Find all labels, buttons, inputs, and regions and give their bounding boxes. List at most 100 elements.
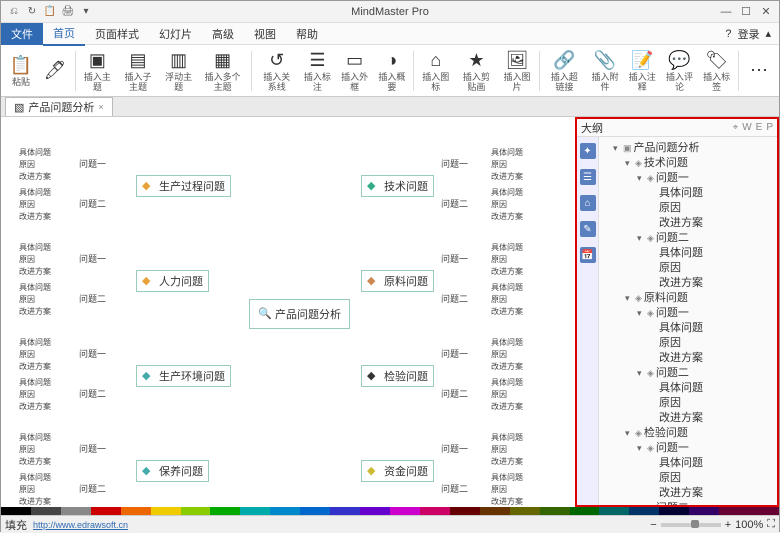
left-sub-1-1[interactable]: 问题二 bbox=[79, 292, 106, 305]
right-leaf-2-1-1[interactable]: 原因 bbox=[491, 389, 507, 400]
left-leaf-3-0-1[interactable]: 原因 bbox=[19, 444, 35, 455]
ribbon-btn-13[interactable]: ⌂插入图标 bbox=[418, 48, 453, 94]
swatch[interactable] bbox=[240, 507, 270, 515]
left-sub-0-1[interactable]: 问题二 bbox=[79, 197, 106, 210]
fit-icon[interactable]: ⛶ bbox=[767, 518, 775, 531]
ribbon-btn-5[interactable]: ▥浮动主题 bbox=[161, 48, 196, 94]
swatch[interactable] bbox=[599, 507, 629, 515]
right-leaf-1-1-2[interactable]: 改进方案 bbox=[491, 306, 523, 317]
ribbon-btn-21[interactable]: 🏷插入标签 bbox=[699, 48, 734, 94]
login-link[interactable]: 登录 bbox=[737, 26, 759, 42]
right-leaf-0-1-1[interactable]: 原因 bbox=[491, 199, 507, 210]
right-sub-0-1[interactable]: 问题二 bbox=[441, 197, 468, 210]
right-sub-3-1[interactable]: 问题二 bbox=[441, 482, 468, 495]
tab-view[interactable]: 视图 bbox=[244, 23, 286, 45]
outline-tree[interactable]: ▾▣产品问题分析▾◈技术问题▾◈问题一具体问题原因改进方案▾◈问题二具体问题原因… bbox=[599, 137, 777, 505]
maximize-button[interactable]: ☐ bbox=[739, 5, 753, 19]
left-leaf-2-1-0[interactable]: 具体问题 bbox=[19, 377, 51, 388]
swatch[interactable] bbox=[61, 507, 91, 515]
left-leaf-1-0-1[interactable]: 原因 bbox=[19, 254, 35, 265]
left-sub-1-0[interactable]: 问题一 bbox=[79, 252, 106, 265]
ribbon-btn-14[interactable]: ★插入剪贴画 bbox=[455, 48, 497, 94]
left-leaf-3-0-2[interactable]: 改进方案 bbox=[19, 456, 51, 467]
zoom-out-icon[interactable]: − bbox=[650, 519, 656, 531]
left-leaf-1-0-0[interactable]: 具体问题 bbox=[19, 242, 51, 253]
left-leaf-1-1-0[interactable]: 具体问题 bbox=[19, 282, 51, 293]
swatch[interactable] bbox=[480, 507, 510, 515]
left-leaf-3-1-0[interactable]: 具体问题 bbox=[19, 472, 51, 483]
right-sub-0-0[interactable]: 问题一 bbox=[441, 157, 468, 170]
left-sub-3-0[interactable]: 问题一 bbox=[79, 442, 106, 455]
right-leaf-2-0-1[interactable]: 原因 bbox=[491, 349, 507, 360]
left-leaf-1-1-2[interactable]: 改进方案 bbox=[19, 306, 51, 317]
ribbon-collapse-icon[interactable]: ▴ bbox=[765, 27, 771, 40]
ribbon-btn-3[interactable]: ▣插入主题 bbox=[80, 48, 115, 94]
swatch[interactable] bbox=[629, 507, 659, 515]
right-leaf-1-0-0[interactable]: 具体问题 bbox=[491, 242, 523, 253]
swatch[interactable] bbox=[540, 507, 570, 515]
left-leaf-0-1-0[interactable]: 具体问题 bbox=[19, 187, 51, 198]
swatch[interactable] bbox=[300, 507, 330, 515]
outline-tool-fit[interactable]: ⌖ bbox=[733, 122, 739, 133]
mindmap-canvas[interactable]: 🔍产品问题分析◆生产过程问题问题一具体问题原因改进方案问题二具体问题原因改进方案… bbox=[1, 117, 575, 507]
document-tab[interactable]: ▧ 产品问题分析 × bbox=[5, 97, 113, 116]
left-topic-2[interactable]: ◆生产环境问题 bbox=[136, 365, 231, 387]
right-sub-3-0[interactable]: 问题一 bbox=[441, 442, 468, 455]
ribbon-btn-17[interactable]: 🔗插入超链接 bbox=[543, 48, 585, 94]
right-leaf-2-1-2[interactable]: 改进方案 bbox=[491, 401, 523, 412]
center-topic[interactable]: 🔍产品问题分析 bbox=[249, 299, 350, 329]
ribbon-btn-11[interactable]: ◑插入概要 bbox=[374, 48, 409, 94]
close-button[interactable]: ✕ bbox=[759, 5, 773, 19]
right-leaf-2-0-2[interactable]: 改进方案 bbox=[491, 361, 523, 372]
outline-tool-w[interactable]: W bbox=[742, 122, 751, 133]
side-tool-2[interactable]: ☰ bbox=[580, 169, 596, 185]
right-leaf-1-0-1[interactable]: 原因 bbox=[491, 254, 507, 265]
swatch[interactable] bbox=[719, 507, 749, 515]
right-leaf-1-0-2[interactable]: 改进方案 bbox=[491, 266, 523, 277]
swatch[interactable] bbox=[360, 507, 390, 515]
doc-close-icon[interactable]: × bbox=[98, 102, 103, 112]
left-leaf-0-0-0[interactable]: 具体问题 bbox=[19, 147, 51, 158]
left-topic-0[interactable]: ◆生产过程问题 bbox=[136, 175, 231, 197]
tab-advanced[interactable]: 高级 bbox=[202, 23, 244, 45]
side-tool-1[interactable]: ✦ bbox=[580, 143, 596, 159]
ribbon-btn-4[interactable]: ▤插入子主题 bbox=[117, 48, 159, 94]
left-leaf-2-0-1[interactable]: 原因 bbox=[19, 349, 35, 360]
right-sub-1-0[interactable]: 问题一 bbox=[441, 252, 468, 265]
left-leaf-0-1-2[interactable]: 改进方案 bbox=[19, 211, 51, 222]
swatch[interactable] bbox=[450, 507, 480, 515]
print-icon[interactable]: 🖨 bbox=[61, 5, 75, 19]
right-leaf-1-1-1[interactable]: 原因 bbox=[491, 294, 507, 305]
left-leaf-0-1-1[interactable]: 原因 bbox=[19, 199, 35, 210]
right-leaf-0-1-2[interactable]: 改进方案 bbox=[491, 211, 523, 222]
swatch[interactable] bbox=[1, 507, 31, 515]
left-leaf-2-1-2[interactable]: 改进方案 bbox=[19, 401, 51, 412]
right-topic-2[interactable]: ◆检验问题 bbox=[361, 365, 434, 387]
undo-icon[interactable]: ⎌ bbox=[7, 5, 21, 19]
left-leaf-3-1-1[interactable]: 原因 bbox=[19, 484, 35, 495]
swatch[interactable] bbox=[121, 507, 151, 515]
left-topic-1[interactable]: ◆人力问题 bbox=[136, 270, 209, 292]
left-leaf-1-0-2[interactable]: 改进方案 bbox=[19, 266, 51, 277]
outline-tool-e[interactable]: E bbox=[756, 122, 763, 133]
right-leaf-3-0-1[interactable]: 原因 bbox=[491, 444, 507, 455]
ribbon-btn-9[interactable]: ☰插入标注 bbox=[300, 48, 335, 94]
ribbon-btn-1[interactable]: 🖊 bbox=[39, 48, 71, 94]
help-icon[interactable]: ? bbox=[725, 28, 731, 40]
ribbon-btn-10[interactable]: ▭插入外框 bbox=[337, 48, 372, 94]
left-leaf-0-0-2[interactable]: 改进方案 bbox=[19, 171, 51, 182]
right-leaf-0-0-0[interactable]: 具体问题 bbox=[491, 147, 523, 158]
right-leaf-0-0-1[interactable]: 原因 bbox=[491, 159, 507, 170]
right-leaf-3-0-2[interactable]: 改进方案 bbox=[491, 456, 523, 467]
left-leaf-2-0-0[interactable]: 具体问题 bbox=[19, 337, 51, 348]
left-leaf-2-0-2[interactable]: 改进方案 bbox=[19, 361, 51, 372]
left-topic-3[interactable]: ◆保养问题 bbox=[136, 460, 209, 482]
file-tab[interactable]: 文件 bbox=[1, 23, 43, 45]
ribbon-btn-15[interactable]: 🖼插入图片 bbox=[499, 48, 534, 94]
left-leaf-2-1-1[interactable]: 原因 bbox=[19, 389, 35, 400]
right-sub-2-1[interactable]: 问题二 bbox=[441, 387, 468, 400]
side-tool-5[interactable]: 📅 bbox=[580, 247, 596, 263]
swatch[interactable] bbox=[270, 507, 300, 515]
swatch[interactable] bbox=[330, 507, 360, 515]
swatch[interactable] bbox=[151, 507, 181, 515]
